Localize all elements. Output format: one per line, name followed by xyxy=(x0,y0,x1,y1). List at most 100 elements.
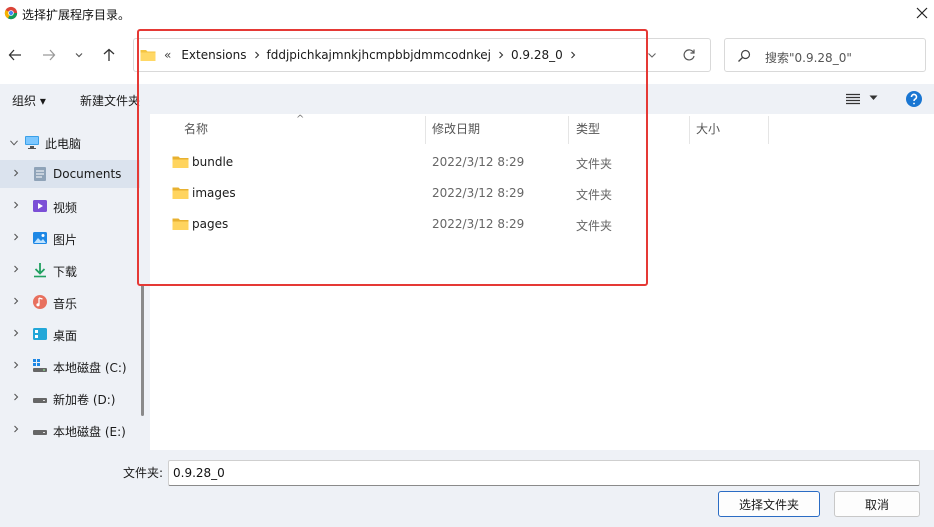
sidebar-item-pictures[interactable]: 图片 xyxy=(0,224,140,252)
breadcrumb-version[interactable]: 0.9.28_0 xyxy=(505,48,569,62)
file-modified: 2022/3/12 8:29 xyxy=(432,186,525,200)
command-bar: 组织 ▾ 新建文件夹 xyxy=(0,84,934,114)
chevron-right-icon xyxy=(14,201,19,209)
folder-icon xyxy=(172,156,189,168)
address-bar[interactable]: « Extensions fddjpichkajmnkjhcmpbbjdmmco… xyxy=(133,38,711,72)
file-list: ^ 名称 修改日期 类型 大小 bundle 2022/3/12 8:29 文件… xyxy=(150,114,934,450)
drive-icon xyxy=(33,398,47,403)
sidebar-item-drive-e[interactable]: 本地磁盘 (E:) xyxy=(0,416,140,444)
column-divider[interactable] xyxy=(689,116,690,144)
sort-ascending-icon: ^ xyxy=(296,114,305,125)
sidebar-item-desktop[interactable]: 桌面 xyxy=(0,320,140,348)
breadcrumb-overflow[interactable]: « xyxy=(160,48,175,62)
pictures-icon xyxy=(33,232,47,244)
search-icon xyxy=(738,49,751,62)
list-item[interactable]: pages 2022/3/12 8:29 文件夹 xyxy=(166,209,646,239)
sidebar-item-label: 图片 xyxy=(53,233,78,247)
desktop-icon xyxy=(33,328,47,340)
search-box[interactable]: 搜索"0.9.28_0" xyxy=(724,38,926,72)
organize-menu[interactable]: 组织 ▾ xyxy=(12,92,46,109)
help-button[interactable] xyxy=(906,91,922,107)
close-icon xyxy=(916,7,928,19)
address-history-icon[interactable] xyxy=(646,49,658,61)
recent-locations-button[interactable] xyxy=(68,44,90,66)
download-icon xyxy=(34,263,46,278)
sidebar-item-documents[interactable]: Documents xyxy=(0,160,140,188)
refresh-icon[interactable] xyxy=(682,48,696,62)
file-name: pages xyxy=(192,217,229,231)
sidebar-item-label: 此电脑 xyxy=(45,137,82,151)
drive-icon xyxy=(33,430,47,435)
sidebar-item-label: 音乐 xyxy=(53,297,78,311)
file-name: images xyxy=(192,186,236,200)
navigation-pane: 此电脑 Documents 视频 图片 下载 音乐 桌面 本地磁盘 (C:) 新 xyxy=(0,114,150,450)
chevron-right-icon xyxy=(499,51,504,59)
sidebar-item-music[interactable]: 音乐 xyxy=(0,288,140,316)
sidebar-item-label: 下载 xyxy=(53,265,78,279)
file-type: 文件夹 xyxy=(576,219,613,233)
sidebar-item-label: Documents xyxy=(53,167,122,181)
close-button[interactable] xyxy=(912,3,932,23)
column-header-name[interactable]: 名称 xyxy=(184,120,208,137)
sidebar-item-downloads[interactable]: 下载 xyxy=(0,256,140,284)
arrow-right-icon xyxy=(43,49,56,61)
chevron-down-icon xyxy=(10,140,18,146)
help-icon xyxy=(910,93,918,105)
folder-icon xyxy=(172,187,189,199)
forward-button[interactable] xyxy=(38,44,60,66)
folder-icon xyxy=(140,50,156,61)
chevron-down-icon xyxy=(75,53,83,58)
folder-icon xyxy=(172,218,189,230)
column-header-size[interactable]: 大小 xyxy=(696,120,720,137)
view-options-icon[interactable] xyxy=(846,93,860,105)
breadcrumb: « Extensions fddjpichkajmnkjhcmpbbjdmmco… xyxy=(140,48,577,62)
select-folder-button[interactable]: 选择文件夹 xyxy=(718,491,820,517)
chevron-right-icon xyxy=(14,169,19,177)
sidebar-item-label: 本地磁盘 (C:) xyxy=(53,361,127,375)
drive-c-icon xyxy=(33,359,47,372)
pc-icon xyxy=(25,136,39,149)
sidebar-item-drive-c[interactable]: 本地磁盘 (C:) xyxy=(0,352,140,380)
sidebar-item-drive-d[interactable]: 新加卷 (D:) xyxy=(0,384,140,412)
arrow-left-icon xyxy=(8,49,21,61)
new-folder-button[interactable]: 新建文件夹 xyxy=(80,92,140,109)
search-placeholder: 搜索"0.9.28_0" xyxy=(765,51,852,65)
chevron-right-icon xyxy=(14,393,19,401)
file-type: 文件夹 xyxy=(576,157,613,171)
column-divider[interactable] xyxy=(768,116,769,144)
file-modified: 2022/3/12 8:29 xyxy=(432,155,525,169)
caret-down-icon[interactable] xyxy=(869,95,878,101)
chevron-right-icon xyxy=(254,51,259,59)
file-type: 文件夹 xyxy=(576,188,613,202)
column-header-modified[interactable]: 修改日期 xyxy=(432,120,480,137)
list-item[interactable]: images 2022/3/12 8:29 文件夹 xyxy=(166,178,646,208)
file-modified: 2022/3/12 8:29 xyxy=(432,217,525,231)
chevron-right-icon xyxy=(14,361,19,369)
breadcrumb-extension-id[interactable]: fddjpichkajmnkjhcmpbbjdmmcodnkej xyxy=(261,48,497,62)
chevron-right-icon xyxy=(14,233,19,241)
title-bar: 选择扩展程序目录。 xyxy=(0,0,934,28)
chevron-right-icon xyxy=(14,425,19,433)
list-item[interactable]: bundle 2022/3/12 8:29 文件夹 xyxy=(166,147,646,177)
sidebar-item-label: 本地磁盘 (E:) xyxy=(53,425,126,439)
column-header-type[interactable]: 类型 xyxy=(576,120,600,137)
sidebar-item-label: 桌面 xyxy=(53,329,78,343)
sidebar-item-label: 新加卷 (D:) xyxy=(53,393,116,407)
sidebar-item-this-pc[interactable]: 此电脑 xyxy=(0,128,140,156)
arrow-up-icon xyxy=(103,48,115,61)
chevron-right-icon xyxy=(14,297,19,305)
cancel-button[interactable]: 取消 xyxy=(834,491,920,517)
chevron-right-icon xyxy=(14,265,19,273)
sidebar-item-videos[interactable]: 视频 xyxy=(0,192,140,220)
column-divider[interactable] xyxy=(425,116,426,144)
breadcrumb-extensions[interactable]: Extensions xyxy=(175,48,252,62)
column-divider[interactable] xyxy=(568,116,569,144)
back-button[interactable] xyxy=(4,44,26,66)
chrome-icon xyxy=(4,6,18,20)
sidebar-scrollbar[interactable] xyxy=(141,284,144,416)
folder-name-input[interactable] xyxy=(168,460,920,486)
video-icon xyxy=(33,200,47,212)
up-button[interactable] xyxy=(98,44,120,66)
chevron-right-icon xyxy=(14,329,19,337)
folder-label: 文件夹: xyxy=(123,466,164,480)
